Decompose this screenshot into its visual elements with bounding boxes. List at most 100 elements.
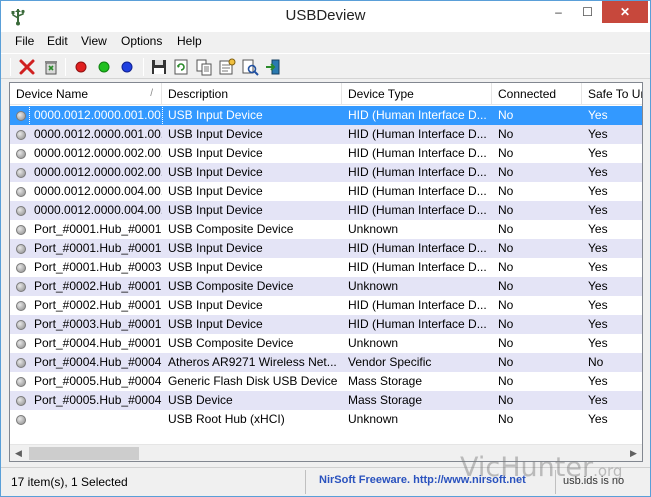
device-status-icon xyxy=(16,244,26,254)
minimize-button[interactable]: – xyxy=(544,1,573,23)
table-row[interactable]: 0000.0012.0000.004.00... USB Input Device… xyxy=(10,182,642,201)
cell-device-type: HID (Human Interface D... xyxy=(348,184,487,198)
delete-x-icon[interactable] xyxy=(17,57,37,77)
cell-description: USB Input Device xyxy=(168,108,263,122)
column-header-connected[interactable]: Connected xyxy=(492,83,582,105)
uninstall-icon[interactable] xyxy=(41,57,61,77)
cell-safe-to-unplug: Yes xyxy=(588,298,608,312)
cell-connected: No xyxy=(498,222,514,236)
menu-bar: File Edit View Options Help xyxy=(1,32,650,52)
blue-dot-icon[interactable] xyxy=(117,57,137,77)
column-label: Device Name xyxy=(16,87,89,101)
table-row[interactable]: 0000.0012.0000.002.00... USB Input Device… xyxy=(10,163,642,182)
copy-icon[interactable] xyxy=(194,57,214,77)
cell-description: Generic Flash Disk USB Device xyxy=(168,374,338,388)
menu-options[interactable]: Options xyxy=(121,34,162,48)
device-status-icon xyxy=(16,225,26,235)
cell-device-type: HID (Human Interface D... xyxy=(348,317,487,331)
device-status-icon xyxy=(16,149,26,159)
menu-help[interactable]: Help xyxy=(177,34,202,48)
cell-device-name xyxy=(30,410,162,429)
cell-device-name: 0000.0012.0000.001.00... xyxy=(29,105,163,126)
cell-safe-to-unplug: Yes xyxy=(588,146,608,160)
table-row[interactable]: Port_#0001.Hub_#0001 USB Composite Device… xyxy=(10,220,642,239)
cell-device-name: 0000.0012.0000.002.00... xyxy=(34,146,162,160)
cell-connected: No xyxy=(498,298,514,312)
device-status-icon xyxy=(16,301,26,311)
cell-description: USB Input Device xyxy=(168,127,263,141)
green-dot-icon[interactable] xyxy=(94,57,114,77)
cell-description: USB Input Device xyxy=(168,146,263,160)
cell-description: USB Input Device xyxy=(168,298,263,312)
cell-safe-to-unplug: Yes xyxy=(588,241,608,255)
column-header-device-name[interactable]: Device Name / xyxy=(10,83,162,105)
cell-connected: No xyxy=(498,374,514,388)
cell-safe-to-unplug: Yes xyxy=(588,222,608,236)
table-row[interactable]: 0000.0012.0000.004.00... USB Input Device… xyxy=(10,201,642,220)
close-button[interactable]: ✕ xyxy=(602,1,648,23)
save-icon[interactable] xyxy=(149,57,169,77)
table-row[interactable]: USB Root Hub (xHCI) Unknown No Yes xyxy=(10,410,642,429)
device-status-icon xyxy=(16,358,26,368)
exit-icon[interactable] xyxy=(263,57,283,77)
device-status-icon xyxy=(16,377,26,387)
cell-connected: No xyxy=(498,317,514,331)
cell-device-type: Mass Storage xyxy=(348,393,423,407)
cell-device-name: Port_#0002.Hub_#0001 xyxy=(34,279,162,293)
cell-device-type: HID (Human Interface D... xyxy=(348,146,487,160)
scroll-thumb[interactable] xyxy=(29,447,139,460)
column-header-safe-to-unplug[interactable]: Safe To Un xyxy=(582,83,642,105)
table-row[interactable]: Port_#0004.Hub_#0001 USB Composite Device… xyxy=(10,334,642,353)
cell-description: USB Composite Device xyxy=(168,279,294,293)
device-status-icon xyxy=(16,130,26,140)
cell-connected: No xyxy=(498,260,514,274)
device-status-icon xyxy=(16,263,26,273)
table-row[interactable]: Port_#0003.Hub_#0001 USB Input Device HID … xyxy=(10,315,642,334)
cell-device-name: Port_#0001.Hub_#0003 xyxy=(34,260,162,274)
menu-view[interactable]: View xyxy=(81,34,107,48)
status-item-count: 17 item(s), 1 Selected xyxy=(11,475,128,489)
table-row[interactable]: Port_#0002.Hub_#0001 USB Input Device HID … xyxy=(10,296,642,315)
device-status-icon xyxy=(16,320,26,330)
find-icon[interactable] xyxy=(240,57,260,77)
cell-description: USB Input Device xyxy=(168,165,263,179)
table-row[interactable]: 0000.0012.0000.001.00... USB Input Device… xyxy=(10,105,642,126)
cell-device-type: Unknown xyxy=(348,222,399,236)
cell-safe-to-unplug: Yes xyxy=(588,203,608,217)
menu-edit[interactable]: Edit xyxy=(47,34,68,48)
scroll-left-icon[interactable]: ◀ xyxy=(10,445,27,461)
maximize-button[interactable]: ☐ xyxy=(573,1,602,23)
column-header-description[interactable]: Description xyxy=(162,83,342,105)
cell-device-type: Unknown xyxy=(348,279,399,293)
toolbar xyxy=(1,53,650,79)
table-row[interactable]: 0000.0012.0000.002.00... USB Input Device… xyxy=(10,144,642,163)
table-row[interactable]: Port_#0001.Hub_#0003 USB Input Device HID … xyxy=(10,258,642,277)
cell-safe-to-unplug: Yes xyxy=(588,317,608,331)
red-dot-icon[interactable] xyxy=(71,57,91,77)
title-bar: USBDeview – ☐ ✕ xyxy=(1,1,650,32)
cell-safe-to-unplug: Yes xyxy=(588,393,608,407)
table-row[interactable]: Port_#0004.Hub_#0004 Atheros AR9271 Wirel… xyxy=(10,353,642,372)
cell-device-name: Port_#0004.Hub_#0001 xyxy=(34,336,162,350)
toolbar-separator xyxy=(65,58,66,76)
cell-device-name: Port_#0004.Hub_#0004 xyxy=(34,355,162,369)
device-list[interactable]: Device Name / Description Device Type Co… xyxy=(9,82,643,462)
table-row[interactable]: Port_#0005.Hub_#0004 USB Device Mass Stora… xyxy=(10,391,642,410)
cell-connected: No xyxy=(498,336,514,350)
cell-description: USB Composite Device xyxy=(168,222,294,236)
cell-device-name: Port_#0002.Hub_#0001 xyxy=(34,298,162,312)
refresh-icon[interactable] xyxy=(171,57,191,77)
cell-connected: No xyxy=(498,355,514,369)
cell-device-name: 0000.0012.0000.004.00... xyxy=(34,203,162,217)
table-row[interactable]: Port_#0002.Hub_#0001 USB Composite Device… xyxy=(10,277,642,296)
table-row[interactable]: Port_#0001.Hub_#0001 USB Input Device HID … xyxy=(10,239,642,258)
cell-device-name: Port_#0001.Hub_#0001 xyxy=(34,241,162,255)
table-row[interactable]: 0000.0012.0000.001.00... USB Input Device… xyxy=(10,125,642,144)
watermark: VicHunter.org xyxy=(460,452,622,483)
column-header-device-type[interactable]: Device Type xyxy=(342,83,492,105)
table-row[interactable]: Port_#0005.Hub_#0004 Generic Flash Disk U… xyxy=(10,372,642,391)
cell-device-type: HID (Human Interface D... xyxy=(348,165,487,179)
scroll-right-icon[interactable]: ▶ xyxy=(625,445,642,461)
menu-file[interactable]: File xyxy=(15,34,34,48)
properties-icon[interactable] xyxy=(217,57,237,77)
